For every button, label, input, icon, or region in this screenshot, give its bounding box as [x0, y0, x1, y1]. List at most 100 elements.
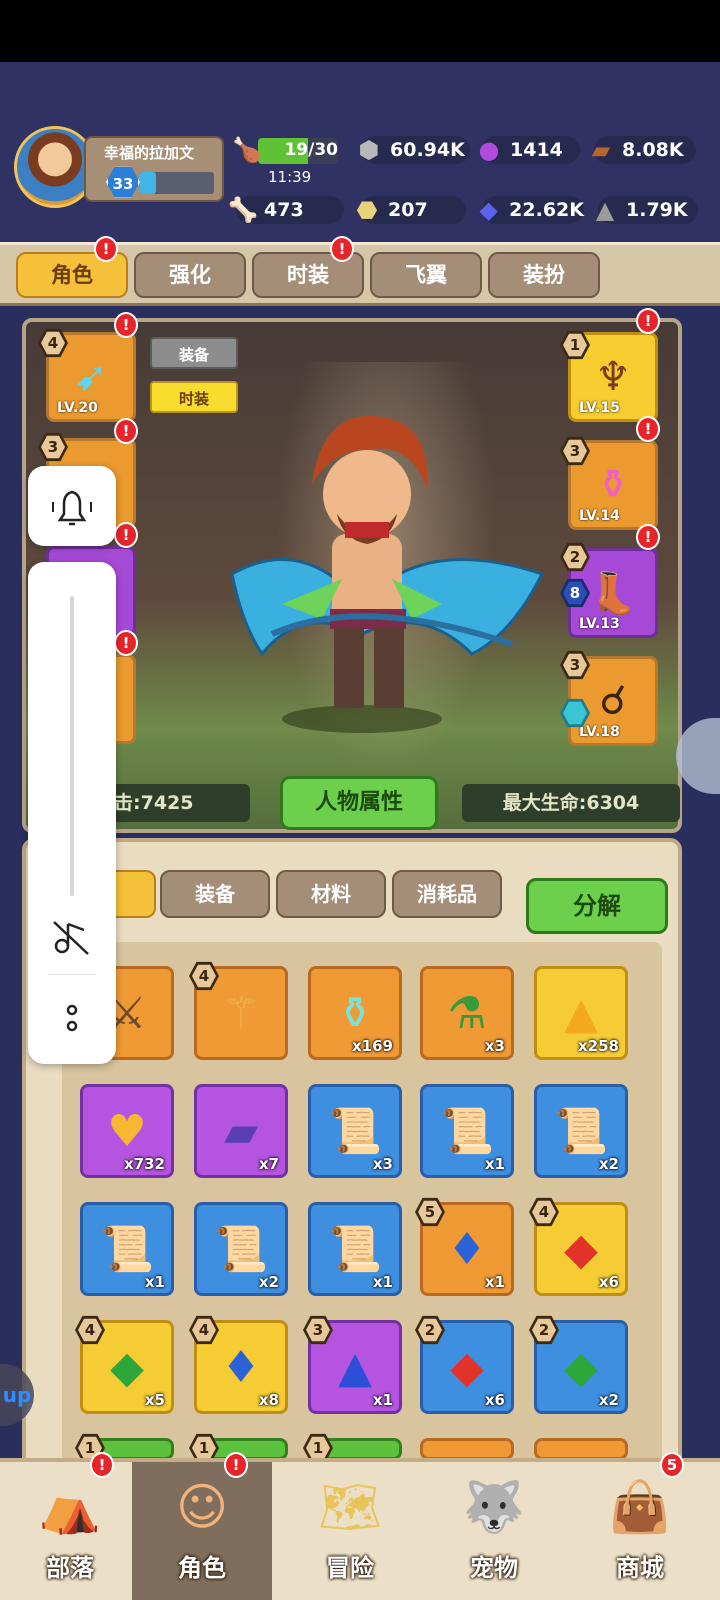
inventory-item[interactable] — [420, 1438, 514, 1460]
item-quantity: x1 — [144, 1273, 165, 1291]
inventory-item[interactable]: ♦ x8 4 — [189, 1315, 288, 1414]
resource-bone[interactable]: 🦴 473 — [226, 194, 344, 226]
nav-tribe[interactable]: ⛺ 部落 — [0, 1462, 140, 1600]
tier-number: 1 — [306, 1436, 330, 1460]
slot-level: LV.15 — [579, 400, 620, 416]
tier-number: 5 — [418, 1200, 442, 1224]
music-off-icon[interactable] — [28, 906, 116, 966]
inventory-item[interactable]: 📜 x2 — [194, 1202, 288, 1296]
tab-enhance[interactable]: 强化 — [134, 252, 246, 298]
bone-value: 473 — [264, 199, 304, 221]
inventory-item[interactable]: ⚗ x3 — [420, 966, 514, 1060]
item-quantity: x1 — [484, 1273, 505, 1291]
toggle-fashion-button[interactable]: 时装 — [150, 381, 238, 413]
volume-slider[interactable] — [70, 596, 74, 896]
inventory-item[interactable]: ▲ x1 3 — [303, 1315, 402, 1414]
tier-number: 1 — [192, 1436, 216, 1460]
character-attributes-button[interactable]: 人物属性 — [280, 776, 438, 830]
left-slot-4-alert: ! — [114, 630, 138, 656]
inventory-item[interactable]: ◆ x2 2 — [529, 1315, 628, 1414]
tab-wings[interactable]: 飞翼 — [370, 252, 482, 298]
item-quantity: x732 — [124, 1155, 165, 1173]
inventory-tab-consumables[interactable]: 消耗品 — [392, 870, 502, 918]
tribe-hut-icon: ⛺ — [38, 1477, 102, 1536]
decompose-button[interactable]: 分解 — [526, 878, 668, 934]
inventory-item[interactable]: 1 — [303, 1433, 402, 1463]
stone-icon: ⬢ — [358, 136, 380, 164]
item-quantity: x6 — [598, 1273, 619, 1291]
resource-orb[interactable]: ● 1414 — [472, 134, 580, 166]
resource-crystal[interactable]: ◆ 22.62K — [472, 194, 584, 226]
map-icon: 🗺 — [318, 1477, 382, 1536]
slot-level: LV.14 — [579, 508, 620, 524]
attack-stat: 击:7425 — [110, 784, 250, 822]
shop-bag-icon: 👜 — [608, 1477, 672, 1536]
more-options-icon[interactable] — [28, 992, 116, 1052]
tab-fashion-alert: ! — [330, 236, 354, 262]
item-quantity: x1 — [484, 1155, 505, 1173]
inventory-item[interactable]: ♥ x732 — [80, 1084, 174, 1178]
item-quantity: x2 — [258, 1273, 279, 1291]
character-face-icon: ☺ — [175, 1478, 229, 1536]
inventory-tab-materials[interactable]: 材料 — [276, 870, 386, 918]
ore-icon: ▲ — [595, 196, 615, 224]
resource-ore[interactable]: ▲ 1.79K — [588, 194, 698, 226]
inventory-item[interactable]: 📜 x1 — [80, 1202, 174, 1296]
enhance-number: 8 — [563, 581, 587, 605]
coin-icon: ⬣ — [356, 196, 378, 224]
inventory-item[interactable]: ⚚ 4 — [189, 961, 288, 1060]
inventory-item[interactable]: 📜 x1 — [420, 1084, 514, 1178]
inventory-item[interactable]: ◆ x5 4 — [75, 1315, 174, 1414]
tier-number: 1 — [563, 333, 587, 357]
resource-stone[interactable]: ⬢ 60.94K — [352, 134, 470, 166]
meat-stamina-icon: 🍗 — [232, 136, 262, 164]
resource-wood[interactable]: ▰ 8.08K — [584, 134, 696, 166]
status-bar — [0, 0, 720, 62]
toggle-equip-button[interactable]: 装备 — [150, 337, 238, 369]
tier-number: 3 — [41, 435, 65, 459]
tier-number: 4 — [78, 1318, 102, 1342]
bell-icon — [52, 490, 92, 526]
inventory-item[interactable] — [534, 1438, 628, 1460]
inventory-item[interactable]: ◆ x6 2 — [415, 1315, 514, 1414]
item-quantity: x3 — [372, 1155, 393, 1173]
nav-adventure[interactable]: 🗺 冒险 — [280, 1462, 420, 1600]
nav-tribe-alert: ! — [90, 1452, 114, 1478]
item-quantity: x5 — [144, 1391, 165, 1409]
inventory-tab-equipment[interactable]: 装备 — [160, 870, 270, 918]
inventory-item[interactable]: ▰ x7 — [194, 1084, 288, 1178]
orb-value: 1414 — [510, 139, 563, 161]
tier-number: 4 — [192, 1318, 216, 1342]
xp-bar-fill — [140, 172, 157, 194]
left-slot-3-alert: ! — [114, 522, 138, 548]
coin-value: 207 — [388, 199, 428, 221]
inventory-item[interactable]: ◆ x6 4 — [529, 1197, 628, 1296]
hero-character — [230, 415, 545, 733]
slot-level: LV.13 — [579, 616, 620, 632]
item-quantity: x8 — [258, 1391, 279, 1409]
resource-coin[interactable]: ⬣ 207 — [350, 194, 466, 226]
left-slot-2-alert: ! — [114, 418, 138, 444]
tier-number: 3 — [306, 1318, 330, 1342]
inventory-item[interactable]: 📜 x3 — [308, 1084, 402, 1178]
slot-level: LV.20 — [57, 400, 98, 416]
inventory-item[interactable]: 📜 x2 — [534, 1084, 628, 1178]
overlay-bell-button[interactable] — [28, 466, 116, 546]
nav-shop[interactable]: 👜 商城 — [570, 1462, 710, 1600]
nav-character[interactable]: ☺ 角色 — [132, 1462, 272, 1600]
inventory-item[interactable]: ▲ x258 — [534, 966, 628, 1060]
inventory-item[interactable]: ♦ x1 5 — [415, 1197, 514, 1296]
overlay-divider — [48, 974, 96, 975]
inventory-item[interactable]: 📜 x1 — [308, 1202, 402, 1296]
item-quantity: x1 — [372, 1273, 393, 1291]
right-edge-floating-button[interactable] — [676, 718, 720, 794]
purple-orb-icon: ● — [478, 136, 500, 164]
stone-value: 60.94K — [390, 139, 465, 161]
inventory-item[interactable]: ⚱ x169 — [308, 966, 402, 1060]
nav-pets[interactable]: 🐺 宠物 — [424, 1462, 564, 1600]
tier-number: 4 — [41, 331, 65, 355]
right-slot-3-alert: ! — [636, 524, 660, 550]
tab-costume[interactable]: 装扮 — [488, 252, 600, 298]
wood-value: 8.08K — [622, 139, 684, 161]
item-quantity: x169 — [352, 1037, 393, 1055]
